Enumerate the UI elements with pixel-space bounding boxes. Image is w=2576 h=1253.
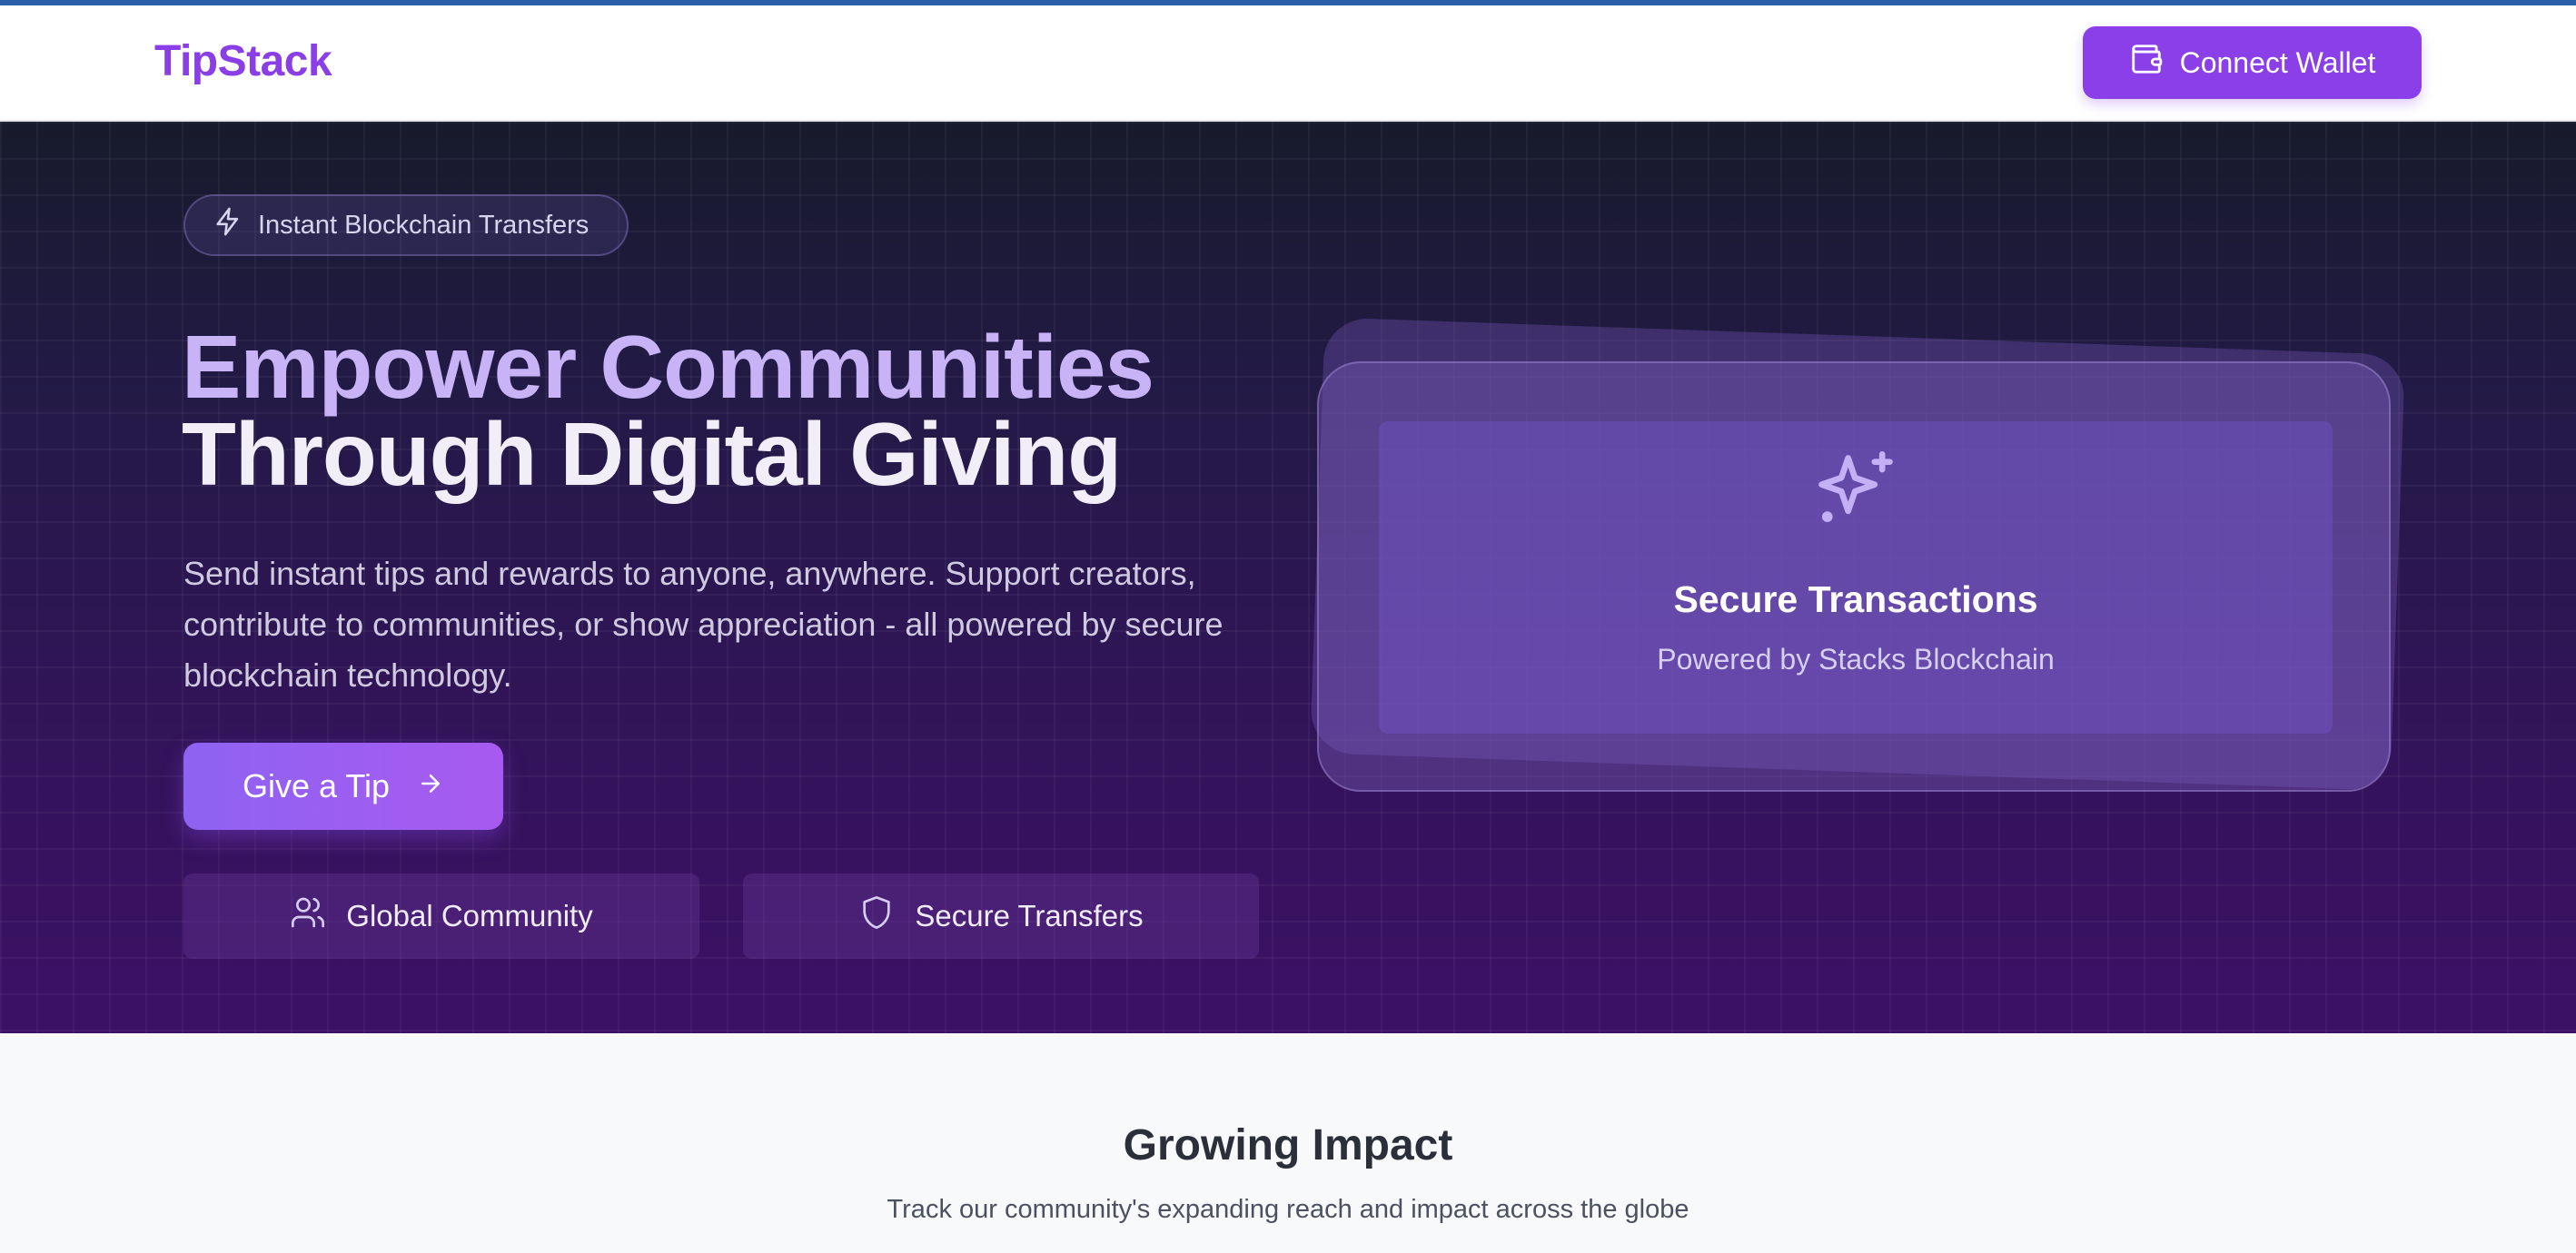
give-a-tip-label: Give a Tip [242, 767, 391, 804]
connect-wallet-button[interactable]: Connect Wallet [2083, 26, 2422, 99]
card-content: Secure Transactions Powered by Stacks Bl… [1379, 421, 2333, 734]
headline-line-2: Through Digital Giving [182, 404, 1122, 504]
impact-subtitle: Track our community's expanding reach an… [887, 1195, 1689, 1224]
users-icon [290, 894, 326, 938]
arrow-right-icon [417, 767, 444, 805]
site-header: TipStack Connect Wallet [0, 5, 2576, 122]
feature-global-community: Global Community [183, 873, 699, 959]
hero-section: Instant Blockchain Transfers Empower Com… [0, 122, 2576, 1033]
logo[interactable]: TipStack [154, 36, 332, 86]
hero-headline: Empower Communities Through Digital Givi… [182, 317, 1362, 504]
feature-secure-transfers: Secure Transfers [743, 873, 1259, 959]
hero-badge: Instant Blockchain Transfers [183, 194, 629, 256]
sparkles-icon [1810, 421, 1901, 542]
headline-line-1: Empower Communities [182, 317, 1154, 417]
feature-label: Secure Transfers [915, 899, 1144, 932]
shield-icon [858, 894, 895, 938]
impact-title: Growing Impact [1123, 1121, 1453, 1169]
card-title: Secure Transactions [1673, 578, 2038, 620]
secure-transactions-card: Secure Transactions Powered by Stacks Bl… [1317, 361, 2391, 792]
give-a-tip-button[interactable]: Give a Tip [183, 743, 503, 830]
wallet-icon [2129, 42, 2164, 84]
lightning-icon [213, 206, 243, 244]
hero-badge-label: Instant Blockchain Transfers [258, 210, 590, 240]
hero-description: Send instant tips and rewards to anyone,… [183, 555, 1224, 694]
card-subtitle: Powered by Stacks Blockchain [1657, 643, 2055, 676]
feature-label: Global Community [346, 899, 593, 932]
connect-wallet-label: Connect Wallet [2179, 45, 2376, 79]
